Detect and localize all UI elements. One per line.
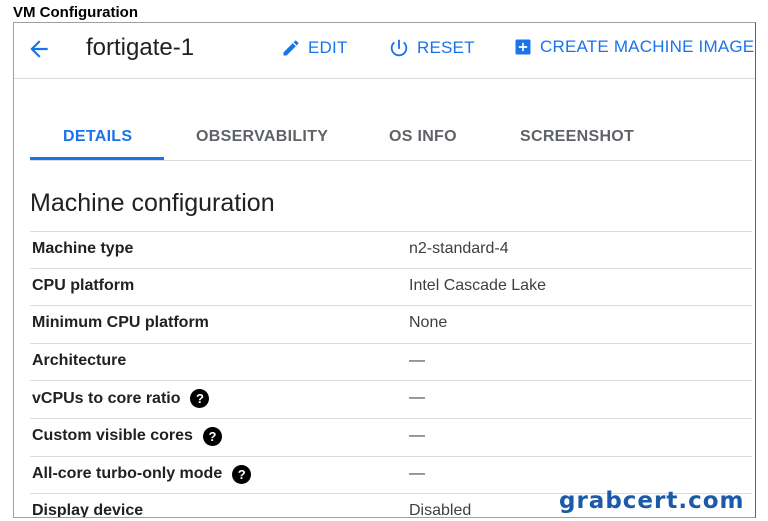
row-label: Architecture — [32, 352, 126, 370]
figure-caption: VM Configuration — [13, 4, 138, 21]
edit-button[interactable]: EDIT — [281, 38, 348, 58]
label-text: CPU platform — [32, 276, 135, 294]
create-machine-image-button[interactable]: CREATE MACHINE IMAGE — [513, 37, 754, 57]
label-text: All-core turbo-only mode — [32, 465, 223, 483]
row-label: CPU platform — [32, 277, 134, 295]
row-label: Display device — [32, 502, 144, 518]
table-row: vCPUs to core ratio? — — [30, 381, 752, 419]
active-tab-indicator — [30, 157, 164, 160]
help-icon[interactable]: ? — [232, 464, 252, 484]
help-icon[interactable]: ? — [190, 389, 210, 409]
tab-os-info[interactable]: OS INFO — [389, 128, 457, 146]
table-row: Custom visible cores? — — [30, 419, 752, 457]
page-header: fortigate-1 EDIT RESET CREATE MACHINE IM… — [14, 23, 755, 79]
table-row: Minimum CPU platform None — [30, 306, 752, 344]
label-text: Minimum CPU platform — [32, 314, 209, 332]
row-value: Disabled — [409, 502, 472, 518]
row-value: — — [409, 389, 425, 407]
row-value: n2-standard-4 — [409, 240, 509, 257]
reset-label: RESET — [417, 38, 475, 57]
table-row: Machine type n2-standard-4 — [30, 231, 752, 269]
row-label: Custom visible cores? — [32, 426, 222, 446]
label-text: vCPUs to core ratio — [32, 389, 181, 407]
section-title: Machine configuration — [30, 189, 275, 217]
back-arrow-icon[interactable] — [26, 36, 52, 62]
row-value: None — [409, 314, 448, 332]
machine-config-table: Machine type n2-standard-4 CPU platform … — [30, 231, 752, 518]
help-icon[interactable]: ? — [202, 426, 222, 446]
row-value: — — [409, 426, 425, 444]
row-value: — — [409, 351, 425, 369]
reset-button[interactable]: RESET — [388, 37, 475, 59]
table-row: CPU platform Intel Cascade Lake — [30, 269, 752, 307]
create-machine-image-label: CREATE MACHINE IMAGE — [540, 37, 755, 56]
tab-bar: DETAILS OBSERVABILITY OS INFO SCREENSHOT — [30, 121, 752, 161]
row-label: Machine type — [32, 240, 133, 258]
power-reset-icon — [390, 39, 408, 57]
row-value: — — [409, 464, 425, 482]
pencil-icon — [283, 40, 299, 56]
edit-label: EDIT — [308, 38, 348, 57]
label-text: Machine type — [32, 240, 134, 257]
row-value: Intel Cascade Lake — [409, 276, 546, 294]
page-title: fortigate-1 — [86, 34, 195, 61]
vm-details-panel: fortigate-1 EDIT RESET CREATE MACHINE IM… — [13, 22, 756, 518]
tab-observability[interactable]: OBSERVABILITY — [196, 128, 328, 146]
label-text: Display device — [32, 502, 144, 518]
tab-screenshot[interactable]: SCREENSHOT — [520, 128, 634, 146]
row-label: Minimum CPU platform — [32, 314, 209, 332]
add-box-icon — [515, 39, 531, 55]
label-text: Architecture — [32, 351, 127, 369]
label-text: Custom visible cores — [32, 427, 193, 445]
tab-details[interactable]: DETAILS — [63, 128, 132, 146]
table-row: Architecture — — [30, 344, 752, 382]
row-label: vCPUs to core ratio? — [32, 389, 210, 409]
watermark: grabcert.com — [559, 488, 745, 514]
row-label: All-core turbo-only mode? — [32, 464, 252, 484]
